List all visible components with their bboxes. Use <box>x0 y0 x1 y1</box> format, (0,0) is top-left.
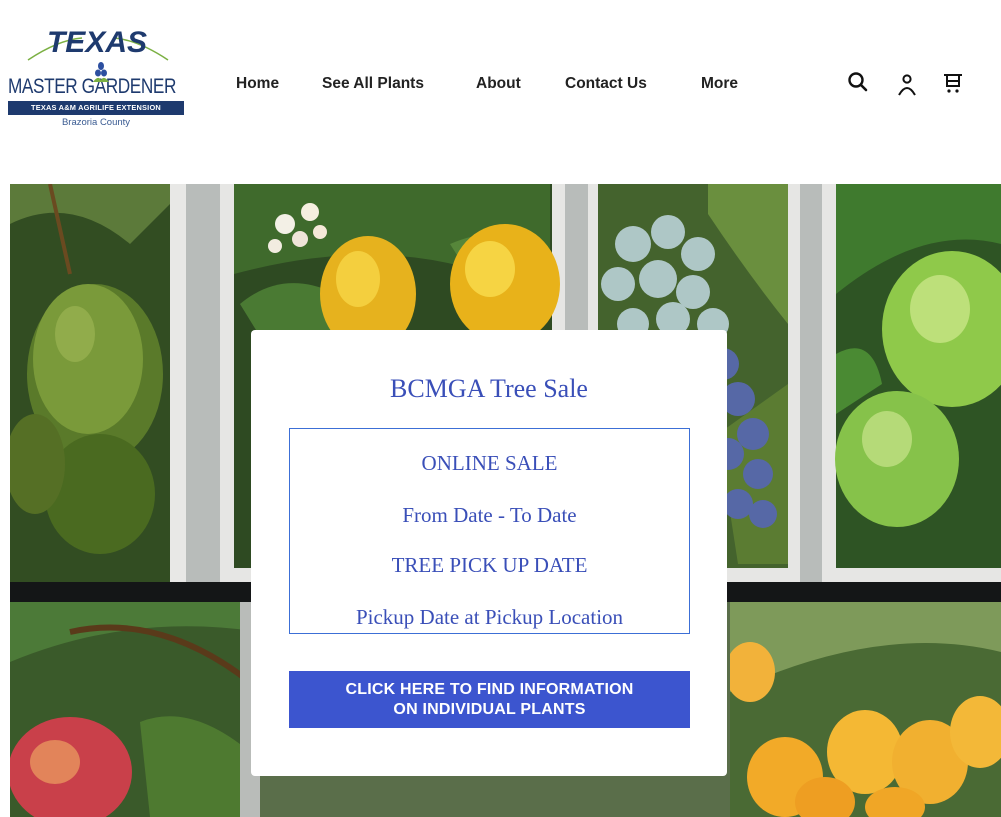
limes-photo <box>822 184 1001 582</box>
card-title: BCMGA Tree Sale <box>390 374 588 403</box>
info-sale-dates: From Date - To Date <box>402 503 577 527</box>
account-icon[interactable] <box>895 73 919 97</box>
peaches-photo <box>10 602 260 817</box>
cta-label-line-2: ON INDIVIDUAL PLANTS <box>393 701 586 718</box>
logo-master-gardener: MASTER GARDENER <box>8 70 176 104</box>
bluebonnet-icon <box>93 62 109 82</box>
tree-sale-card: BCMGA Tree Sale ONLINE SALE From Date - … <box>251 330 727 776</box>
logo-band: TEXAS A&M AGRILIFE EXTENSION <box>8 101 184 115</box>
search-icon[interactable] <box>846 70 870 94</box>
nav-more[interactable]: More <box>701 73 738 95</box>
cta-label-line-1: CLICK HERE TO FIND INFORMATION <box>345 681 634 698</box>
avocado-photo <box>10 184 186 582</box>
logo-texas-text: TEXAS <box>47 26 147 59</box>
info-pickup-location: Pickup Date at Pickup Location <box>355 605 624 629</box>
find-plant-info-button[interactable]: CLICK HERE TO FIND INFORMATION ON INDIVI… <box>289 671 690 728</box>
nav-contact-us[interactable]: Contact Us <box>565 73 647 95</box>
nav-home[interactable]: Home <box>236 73 279 95</box>
info-online-sale: ONLINE SALE <box>421 451 558 475</box>
cart-icon[interactable] <box>941 72 965 96</box>
nav-see-all-plants[interactable]: See All Plants <box>322 73 424 95</box>
site-logo[interactable]: TEXAS MASTER GARDENER TEXAS A&M AGRILIFE… <box>8 18 186 138</box>
logo-county: Brazoria County <box>61 117 131 128</box>
info-pickup-heading: TREE PICK UP DATE <box>391 553 588 577</box>
nav-about[interactable]: About <box>476 73 521 95</box>
oranges-photo <box>730 602 1001 817</box>
site-header: TEXAS MASTER GARDENER TEXAS A&M AGRILIFE… <box>0 0 1001 184</box>
sale-info-box: ONLINE SALE From Date - To Date TREE PIC… <box>289 428 690 634</box>
texas-logo-arc: TEXAS <box>27 26 169 61</box>
